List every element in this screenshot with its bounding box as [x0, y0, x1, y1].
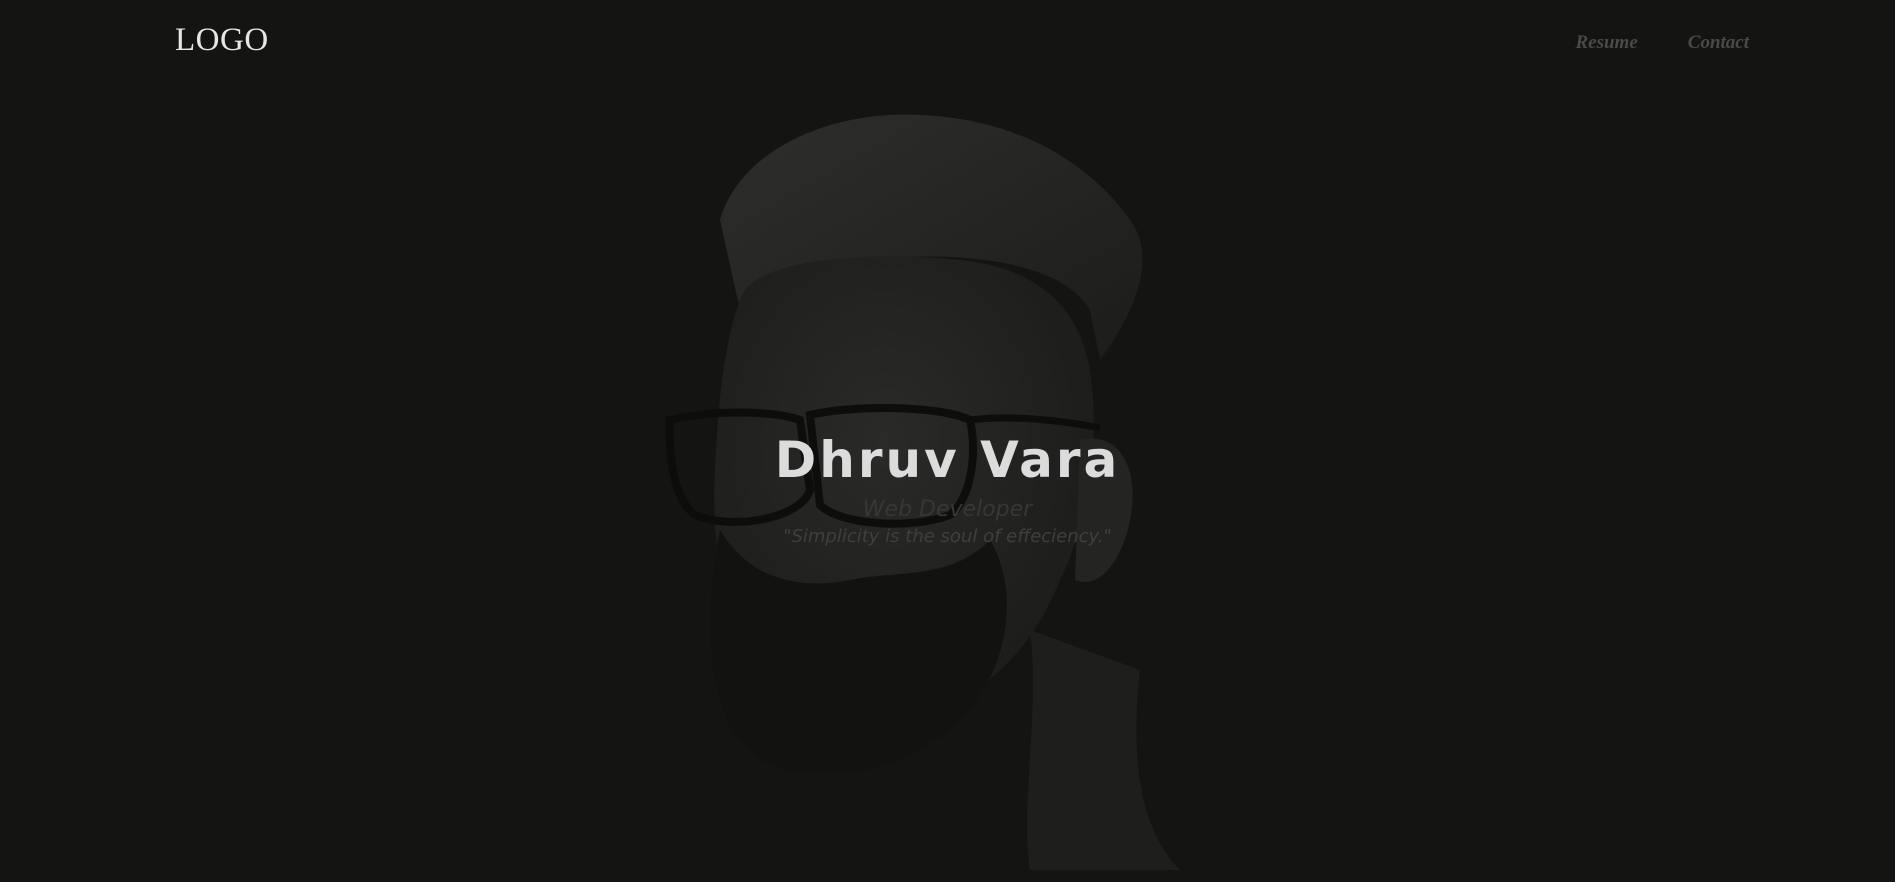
logo[interactable]: LOGO: [175, 22, 269, 59]
hero-quote: "Simplicity is the soul of effeciency.": [783, 526, 1112, 547]
hero-section: Dhruv Vara Web Developer "Simplicity is …: [0, 425, 1895, 549]
nav-link-resume[interactable]: Resume: [1575, 32, 1637, 54]
hero-role: Web Developer: [862, 497, 1033, 522]
nav-link-contact[interactable]: Contact: [1688, 32, 1749, 54]
site-header: LOGO Resume Contact: [0, 0, 1895, 90]
main-nav: Resume Contact: [1575, 32, 1749, 54]
hero-name: Dhruv Vara: [774, 431, 1121, 489]
